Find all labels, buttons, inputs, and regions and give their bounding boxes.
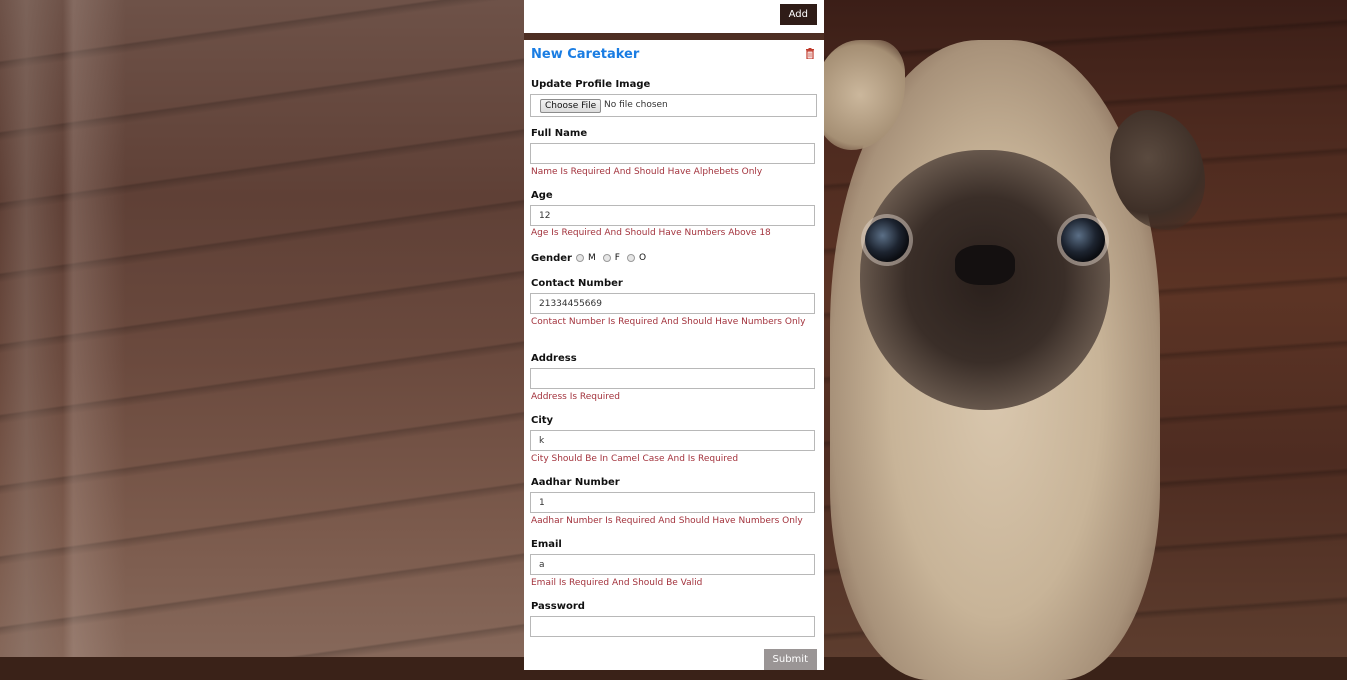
aadhar-label: Aadhar Number (531, 477, 620, 488)
full-name-error: Name Is Required And Should Have Alphebe… (531, 167, 763, 177)
submit-button[interactable]: Submit (763, 649, 817, 670)
trash-icon[interactable] (805, 48, 815, 59)
aadhar-error: Aadhar Number Is Required And Should Hav… (531, 516, 803, 526)
pug-eye-left (865, 218, 909, 262)
age-input[interactable] (530, 205, 815, 226)
email-input[interactable] (530, 554, 815, 575)
city-error: City Should Be In Camel Case And Is Requ… (531, 454, 739, 464)
gender-radio-f[interactable] (602, 254, 611, 262)
email-error: Email Is Required And Should Be Valid (531, 578, 703, 588)
top-panel: Add (524, 0, 824, 33)
pug-eye-right (1061, 218, 1105, 262)
gender-radio-m[interactable] (575, 254, 584, 262)
profile-image-label: Update Profile Image (531, 79, 651, 90)
form-title: New Caretaker (531, 47, 640, 62)
pug-nose (955, 245, 1015, 285)
password-label: Password (531, 601, 585, 612)
wood-floor-left (0, 0, 524, 657)
gender-radio-o[interactable] (626, 254, 635, 262)
age-error: Age Is Required And Should Have Numbers … (531, 228, 771, 238)
gender-option-m: M (587, 253, 596, 263)
choose-file-button[interactable]: Choose File (540, 99, 602, 113)
city-input[interactable] (530, 430, 815, 451)
contact-input[interactable] (530, 293, 815, 314)
password-input[interactable] (530, 616, 815, 637)
profile-image-field: Choose File No file chosen (530, 94, 817, 117)
gender-label: Gender (531, 252, 572, 264)
contact-error: Contact Number Is Required And Should Ha… (531, 317, 806, 327)
gender-option-o: O (638, 253, 647, 263)
address-error: Address Is Required (531, 392, 620, 402)
add-button[interactable]: Add (779, 4, 817, 25)
contact-label: Contact Number (531, 278, 623, 289)
caretaker-form-panel: New Caretaker Update Profile Image Choos… (524, 40, 824, 670)
full-name-input[interactable] (530, 143, 815, 164)
age-label: Age (531, 190, 553, 201)
gender-group: Gender M F O (531, 251, 651, 265)
file-status: No file chosen (604, 100, 668, 110)
city-label: City (531, 415, 554, 426)
address-label: Address (531, 353, 577, 364)
aadhar-input[interactable] (530, 492, 815, 513)
gender-option-f: F (614, 253, 620, 263)
email-label: Email (531, 539, 562, 550)
address-input[interactable] (530, 368, 815, 389)
full-name-label: Full Name (531, 128, 588, 139)
